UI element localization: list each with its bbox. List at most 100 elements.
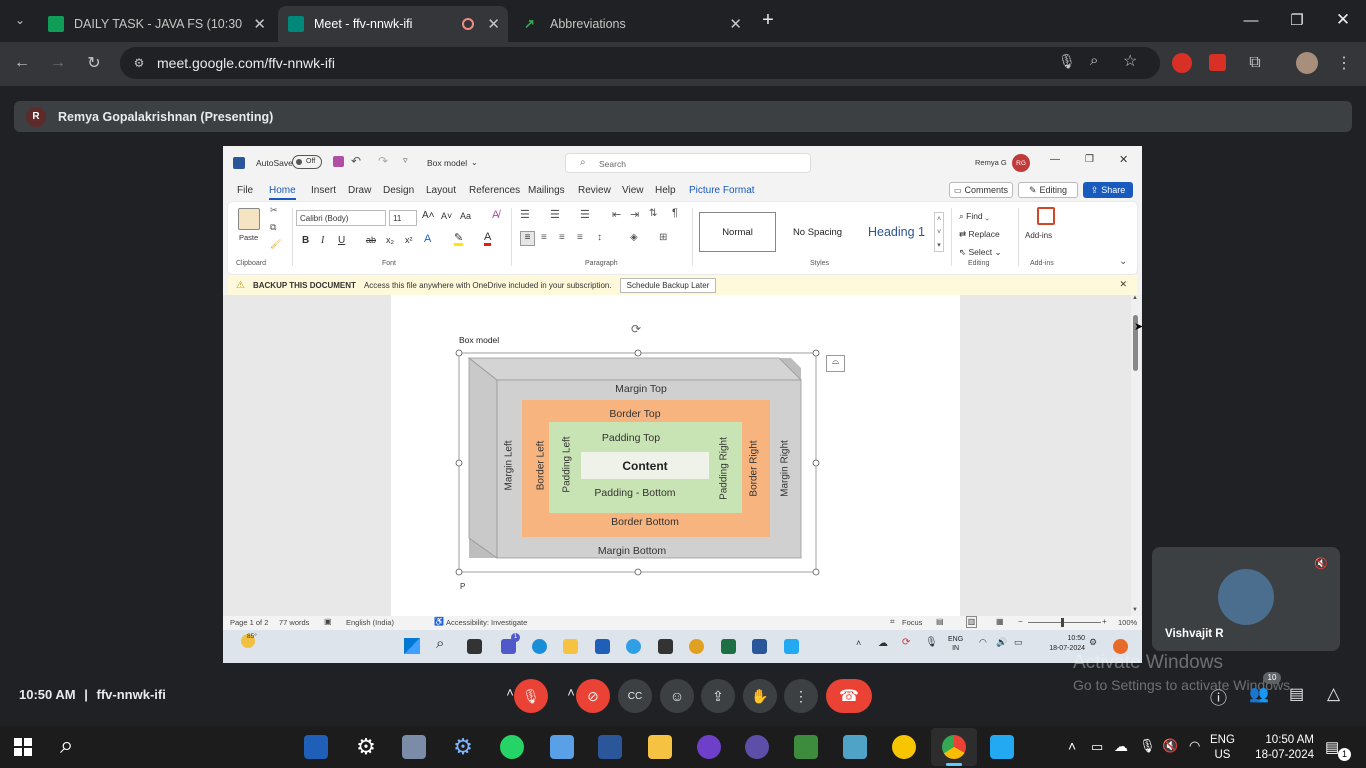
tab-review[interactable]: Review bbox=[578, 185, 611, 196]
accessibility-status[interactable]: Accessibility: Investigate bbox=[446, 618, 527, 627]
increase-indent-icon[interactable]: ⇥ bbox=[630, 208, 639, 221]
highlight-icon[interactable]: ✎ bbox=[454, 233, 464, 246]
word-restore-icon[interactable]: ❐ bbox=[1085, 154, 1094, 165]
leave-call-button[interactable]: ☎ bbox=[826, 679, 872, 713]
autosave-toggle[interactable]: Off bbox=[292, 155, 322, 169]
search-icon[interactable]: ⌕ bbox=[60, 732, 73, 760]
excel-icon[interactable] bbox=[721, 639, 736, 654]
chat-icon[interactable]: ▤ bbox=[1289, 684, 1304, 704]
page-count[interactable]: Page 1 of 2 bbox=[230, 618, 268, 627]
tab-daily-task[interactable]: DAILY TASK - JAVA FS (10:30 AM ✕ bbox=[38, 6, 274, 42]
edge-icon[interactable] bbox=[532, 639, 547, 654]
addins-icon[interactable] bbox=[1037, 207, 1055, 225]
word-minimize-icon[interactable]: — bbox=[1050, 154, 1060, 165]
superscript-icon[interactable]: x² bbox=[405, 235, 413, 245]
zoom-in-icon[interactable]: + bbox=[1102, 617, 1107, 626]
shading-icon[interactable]: ◈ bbox=[630, 232, 638, 243]
store-icon[interactable] bbox=[304, 735, 328, 759]
style-no-spacing[interactable]: No Spacing bbox=[779, 212, 856, 252]
input-language[interactable]: ENG US bbox=[1210, 733, 1235, 763]
zoom-icon[interactable]: ⌕ bbox=[1090, 52, 1098, 69]
address-bar[interactable]: ⚙ meet.google.com/ffv-nnwk-ifi 🎙 ⌕ ☆ bbox=[120, 47, 1160, 79]
image-viewer-icon[interactable] bbox=[402, 735, 426, 759]
word-close-icon[interactable]: ✕ bbox=[1119, 153, 1128, 166]
zoom-slider-thumb[interactable] bbox=[1061, 618, 1064, 627]
captions-button[interactable]: CC bbox=[618, 679, 652, 713]
microphone-off-button[interactable]: 🎙 bbox=[514, 679, 548, 713]
sticky-notes-icon[interactable] bbox=[658, 639, 673, 654]
bullets-icon[interactable]: ☰ bbox=[520, 208, 530, 221]
find-button[interactable]: ⌕ Find ⌄ bbox=[959, 211, 989, 222]
chrome-menu-icon[interactable]: ⋮ bbox=[1331, 50, 1357, 76]
restore-icon[interactable]: ❐ bbox=[1274, 0, 1320, 40]
line-spacing-icon[interactable]: ↕ bbox=[597, 232, 602, 243]
copy-icon[interactable]: ⧉ bbox=[270, 222, 276, 233]
align-left-icon[interactable]: ≡ bbox=[520, 231, 535, 246]
bookmark-star-icon[interactable]: ☆ bbox=[1123, 51, 1137, 71]
word-search-box[interactable]: ⌕ Search bbox=[565, 153, 811, 173]
file-explorer-icon[interactable] bbox=[563, 639, 578, 654]
tab-file[interactable]: File bbox=[237, 185, 253, 196]
zoom-slider[interactable] bbox=[1028, 622, 1101, 623]
print-layout-icon[interactable]: ▥ bbox=[966, 616, 977, 628]
back-icon[interactable]: ← bbox=[9, 50, 35, 76]
sort-icon[interactable]: ⇅ bbox=[649, 208, 657, 219]
settings-icon[interactable]: ⚙ bbox=[354, 735, 378, 759]
chrome-taskbar-active[interactable] bbox=[931, 728, 977, 766]
extension-red-icon[interactable] bbox=[1172, 53, 1192, 73]
grow-font-icon[interactable]: A˄ bbox=[422, 210, 435, 221]
reactions-button[interactable]: ☺ bbox=[660, 679, 694, 713]
align-center-icon[interactable]: ≡ bbox=[541, 232, 547, 243]
replace-button[interactable]: ⇄ Replace bbox=[959, 229, 1000, 240]
select-button[interactable]: ⇖ Select ⌄ bbox=[959, 247, 1002, 258]
system-clock[interactable]: 10:50 AM 18-07-2024 bbox=[1246, 733, 1314, 763]
crystal-icon[interactable] bbox=[843, 735, 867, 759]
save-icon[interactable] bbox=[333, 156, 344, 167]
decrease-indent-icon[interactable]: ⇤ bbox=[612, 208, 621, 221]
vscode-icon[interactable] bbox=[784, 639, 799, 654]
close-tab-icon[interactable]: ✕ bbox=[729, 15, 742, 33]
whatsapp-icon[interactable] bbox=[500, 735, 524, 759]
copilot-icon[interactable] bbox=[626, 639, 641, 654]
github-desktop-icon[interactable] bbox=[697, 735, 721, 759]
numbering-icon[interactable]: ☰ bbox=[550, 208, 560, 221]
tray-chevron-icon[interactable]: ˄ bbox=[1068, 738, 1076, 754]
undo-icon[interactable]: ↶ bbox=[351, 154, 361, 168]
tray-chevron-icon[interactable]: ˄ bbox=[856, 638, 861, 648]
meeting-details-icon[interactable]: ⓘ bbox=[1210, 684, 1227, 709]
proofing-icon[interactable]: ▣ bbox=[324, 617, 332, 626]
layout-options-icon[interactable]: ⌓ bbox=[826, 355, 845, 372]
input-language[interactable]: ENG IN bbox=[948, 635, 963, 653]
tab-design[interactable]: Design bbox=[383, 185, 414, 196]
notepad-plus-icon[interactable] bbox=[794, 735, 818, 759]
raise-hand-button[interactable]: ✋ bbox=[743, 679, 777, 713]
borders-icon[interactable]: ⊞ bbox=[659, 232, 667, 243]
ribbon-collapse-icon[interactable]: ⌄ bbox=[1119, 256, 1127, 267]
task-view-icon[interactable] bbox=[467, 639, 482, 654]
multilevel-list-icon[interactable]: ☰ bbox=[580, 208, 590, 221]
user-avatar[interactable]: RG bbox=[1012, 154, 1030, 172]
zoom-out-icon[interactable]: − bbox=[1018, 617, 1023, 626]
media-player-icon[interactable] bbox=[892, 735, 916, 759]
underline-icon[interactable]: U bbox=[338, 235, 345, 246]
shrink-font-icon[interactable]: A˅ bbox=[441, 211, 452, 221]
minimize-icon[interactable]: — bbox=[1228, 0, 1274, 40]
focus-mode[interactable]: Focus bbox=[902, 618, 922, 627]
forward-icon[interactable]: → bbox=[45, 50, 71, 76]
read-mode-icon[interactable]: ▤ bbox=[936, 617, 944, 626]
reload-icon[interactable]: ↻ bbox=[81, 50, 107, 76]
activities-icon[interactable]: △ bbox=[1327, 684, 1340, 704]
eclipse-icon[interactable] bbox=[745, 735, 769, 759]
tab-layout[interactable]: Layout bbox=[426, 185, 456, 196]
show-marks-icon[interactable]: ¶ bbox=[672, 207, 678, 219]
present-button[interactable]: ⇪ bbox=[701, 679, 735, 713]
control-panel-icon[interactable]: ⚙ bbox=[451, 735, 475, 759]
close-window-icon[interactable]: ✕ bbox=[1320, 0, 1366, 40]
chrome-icon[interactable] bbox=[689, 639, 704, 654]
redo-icon[interactable]: ↷ bbox=[378, 154, 388, 168]
more-options-button[interactable]: ⋮ bbox=[784, 679, 818, 713]
italic-icon[interactable]: I bbox=[321, 235, 324, 246]
word-count[interactable]: 77 words bbox=[279, 618, 309, 627]
tab-picture-format[interactable]: Picture Format bbox=[689, 185, 755, 196]
search-icon[interactable]: ⌕ bbox=[436, 635, 444, 652]
